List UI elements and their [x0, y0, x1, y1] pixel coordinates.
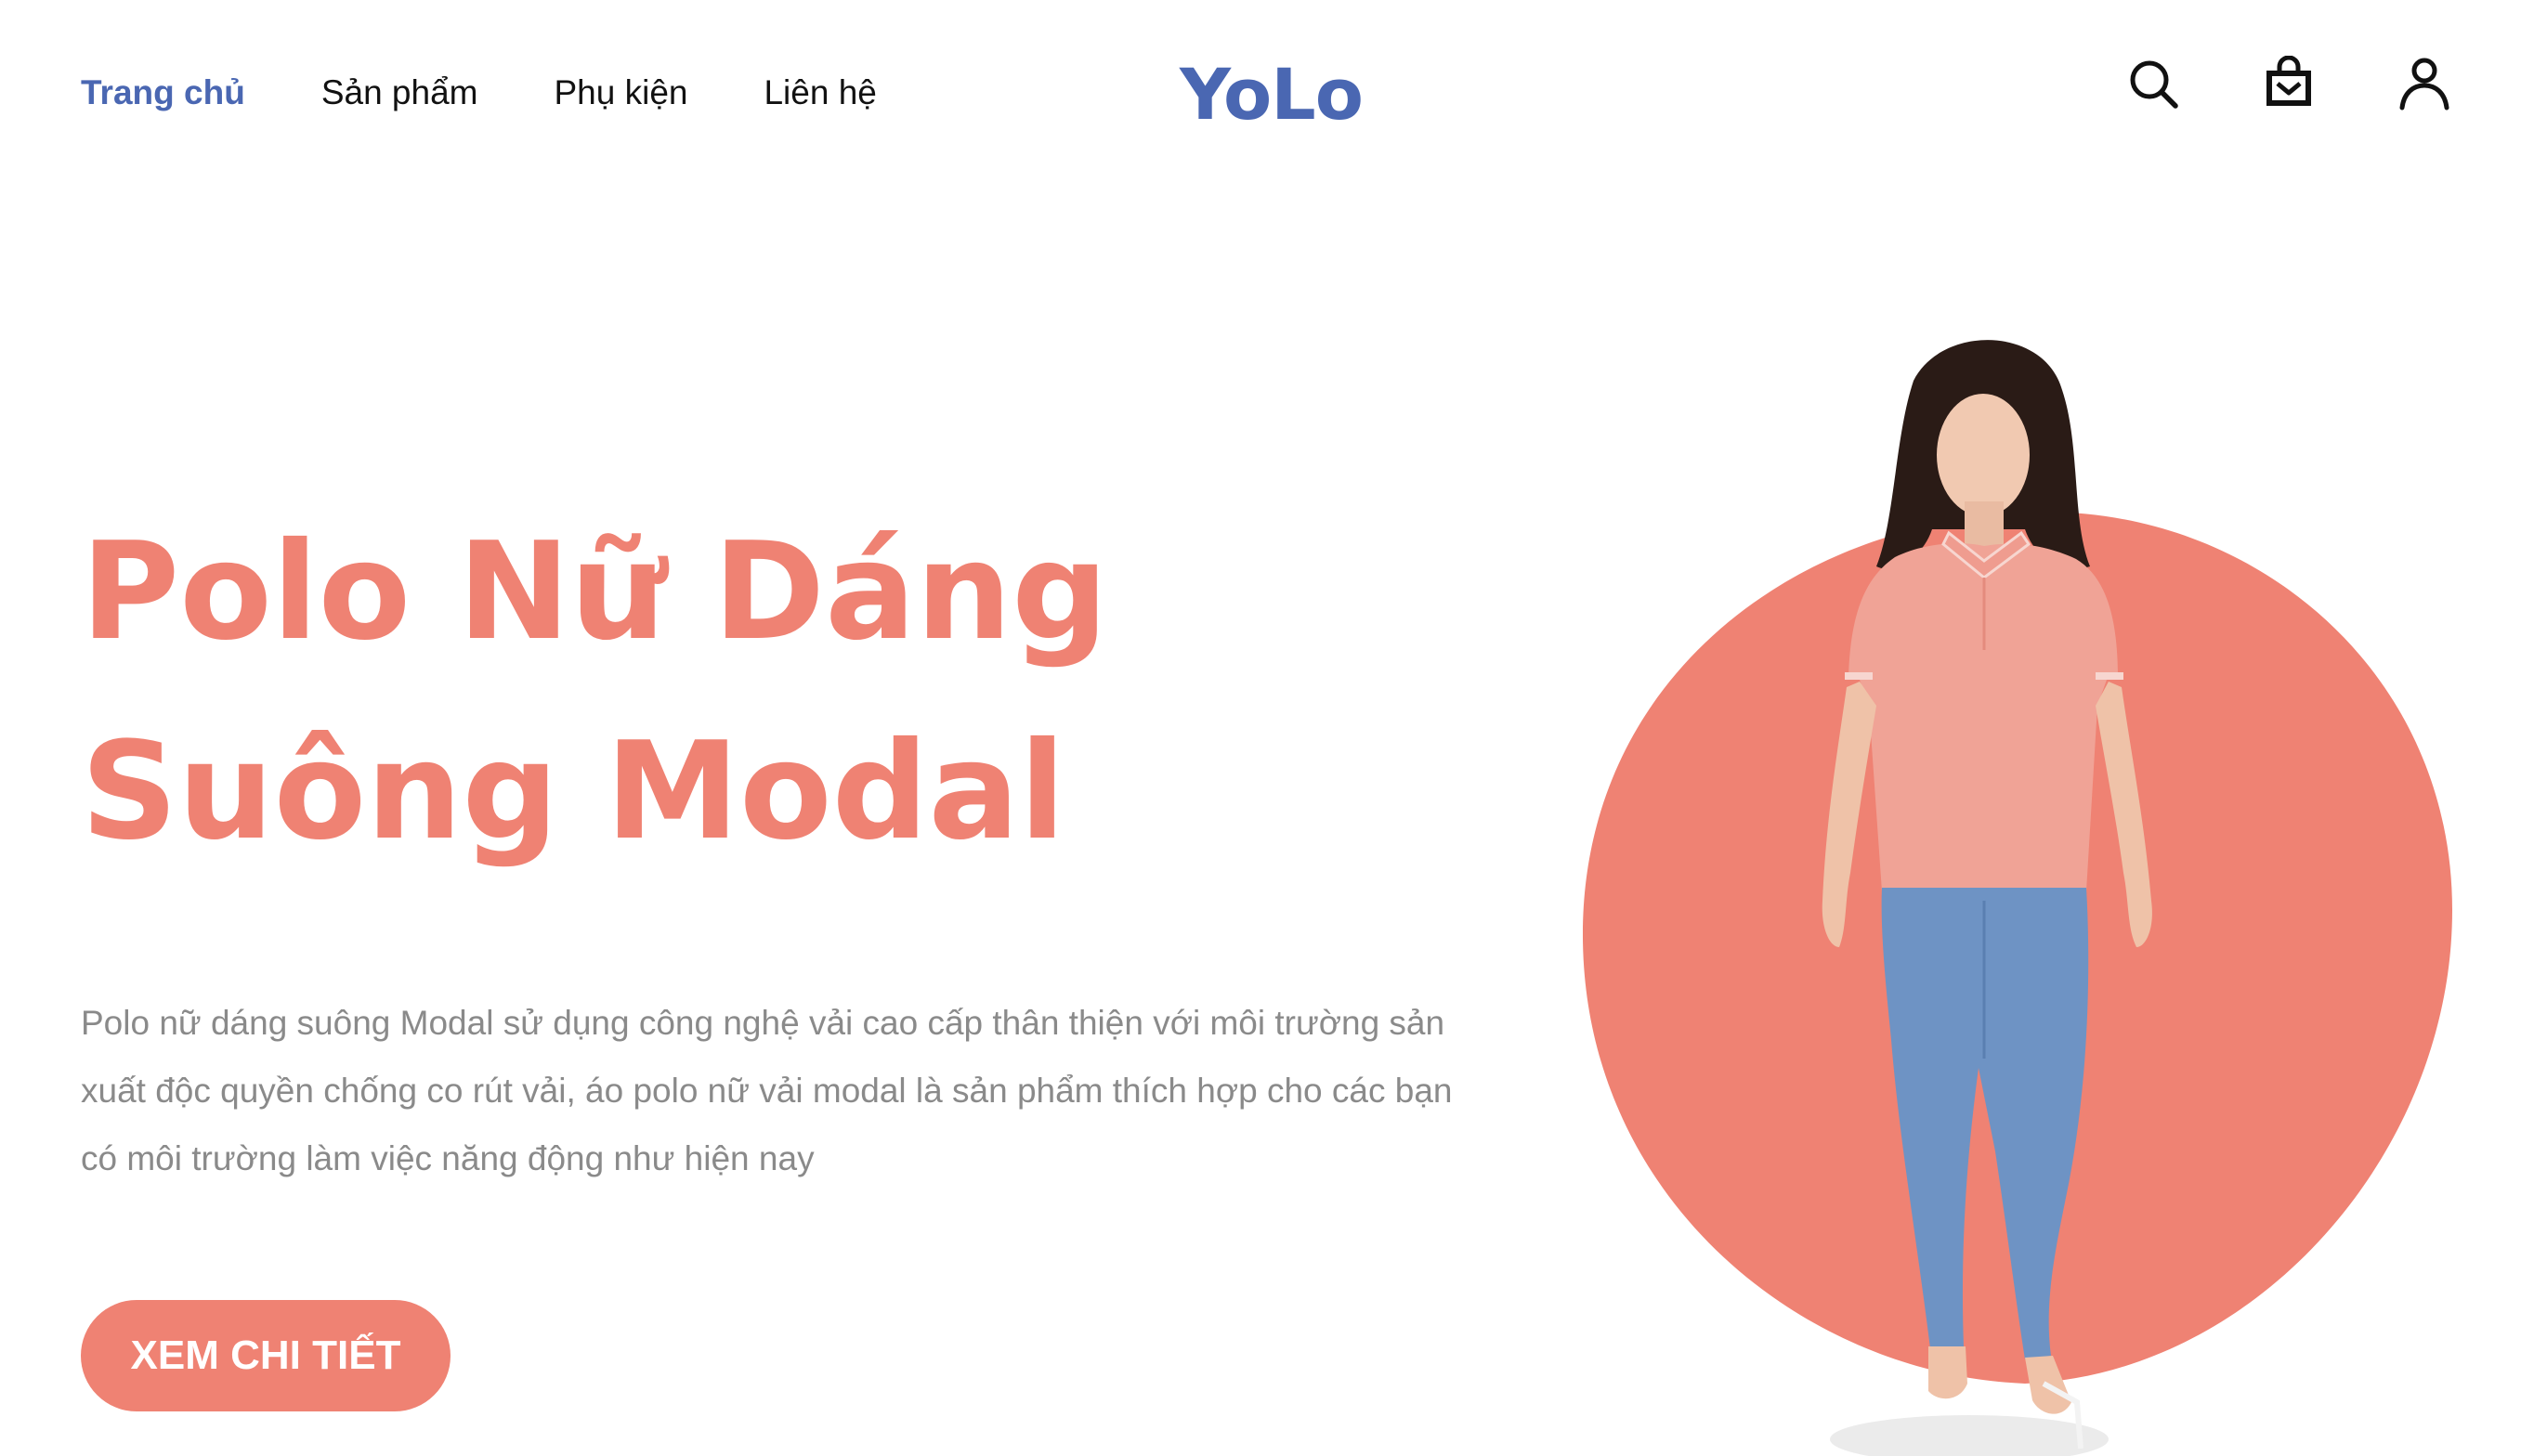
- shopping-bag-icon: [2266, 56, 2311, 106]
- search-button[interactable]: [2123, 54, 2183, 113]
- hero-description: Polo nữ dáng suông Modal sử dụng công ng…: [81, 1004, 1453, 1177]
- brand-logo[interactable]: YoLo: [1180, 48, 1364, 141]
- main-nav: Trang chủ Sản phẩm Phụ kiện Liên hệ: [81, 63, 953, 123]
- cart-button[interactable]: [2259, 54, 2319, 113]
- hero-title: Polo Nữ Dáng Suông Modal: [81, 514, 1108, 870]
- nav-item-home[interactable]: Trang chủ: [81, 63, 245, 123]
- site-header: Trang chủ Sản phẩm Phụ kiện Liên hệ YoLo: [0, 0, 2521, 186]
- user-icon: [2399, 58, 2449, 110]
- hero-visual: [1523, 334, 2521, 1456]
- search-icon: [2130, 60, 2178, 109]
- page: Trang chủ Sản phẩm Phụ kiện Liên hệ YoLo: [0, 0, 2521, 1456]
- nav-item-contact[interactable]: Liên hệ: [764, 63, 876, 123]
- nav-item-products[interactable]: Sản phẩm: [321, 63, 478, 123]
- hero-illustration: [1582, 340, 2452, 1456]
- account-button[interactable]: [2395, 54, 2454, 113]
- view-details-button[interactable]: XEM CHI TIẾT: [81, 1300, 451, 1411]
- header-actions: [2047, 54, 2454, 113]
- nav-item-accessories[interactable]: Phụ kiện: [554, 63, 687, 123]
